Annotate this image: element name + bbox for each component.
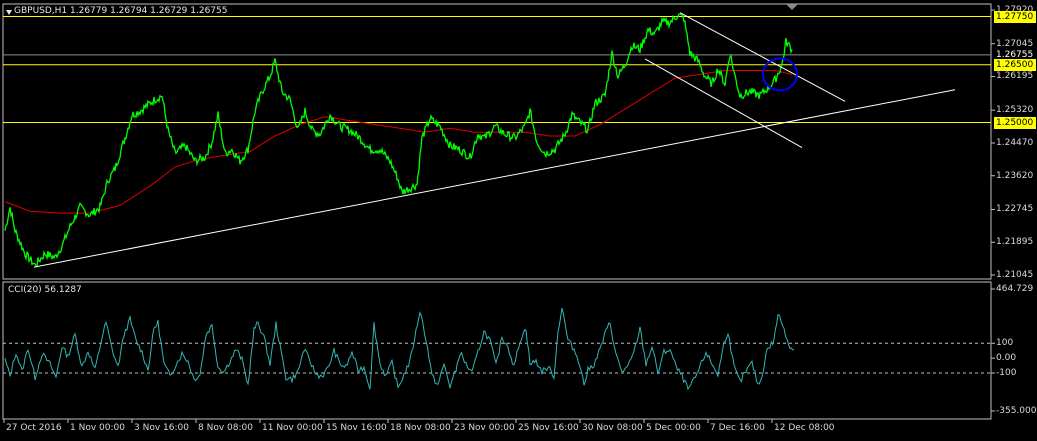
time-axis-label: 15 Nov 16:00 <box>326 423 387 433</box>
price-axis-label: 1.22745 <box>996 204 1034 215</box>
chart-window[interactable]: GBPUSD,H1 1.26779 1.26794 1.26729 1.2675… <box>0 0 1037 441</box>
price-axis-label: 1.24470 <box>996 137 1034 148</box>
time-axis-label: 5 Dec 00:00 <box>646 423 701 433</box>
chart-menu-icon[interactable] <box>6 10 12 15</box>
cci-axis-label: 0.00 <box>996 353 1017 364</box>
cci-axis-label: -355.000 <box>996 406 1037 416</box>
cci-axis-label: -100 <box>996 368 1017 379</box>
cci-axis-label: 100 <box>996 338 1014 349</box>
time-axis-label: 8 Nov 08:00 <box>198 423 253 433</box>
chart-canvas[interactable] <box>0 0 1037 441</box>
price-axis-label: 1.21895 <box>996 237 1034 248</box>
price-axis-label: 1.21045 <box>996 270 1034 280</box>
price-axis-label: 1.26195 <box>996 71 1034 82</box>
time-axis-label: 27 Oct 2016 <box>6 423 62 433</box>
time-axis-label: 12 Dec 08:00 <box>774 423 835 433</box>
price-tag-level-3: 1.25000 <box>994 116 1036 129</box>
time-axis-label: 1 Nov 00:00 <box>70 423 125 433</box>
time-axis-label: 3 Nov 16:00 <box>134 423 189 433</box>
chart-background <box>0 0 1037 441</box>
time-axis-label: 25 Nov 16:00 <box>518 423 579 433</box>
main-info-label: GBPUSD,H1 1.26779 1.26794 1.26729 1.2675… <box>14 6 228 16</box>
price-axis-label: 1.25320 <box>996 105 1034 116</box>
price-tag-level-2: 1.26500 <box>994 58 1036 71</box>
price-tag-level-1: 1.27750 <box>994 10 1036 23</box>
time-axis-label: 11 Nov 00:00 <box>262 423 323 433</box>
cci-axis-label: 464.729 <box>996 284 1034 294</box>
price-axis-label: 1.23620 <box>996 170 1034 181</box>
time-axis-label: 23 Nov 00:00 <box>454 423 515 433</box>
time-axis-label: 18 Nov 08:00 <box>390 423 451 433</box>
time-axis-label: 7 Dec 16:00 <box>710 423 765 433</box>
cci-info-label: CCI(20) 56.1287 <box>8 285 82 295</box>
time-axis-label: 30 Nov 08:00 <box>582 423 643 433</box>
